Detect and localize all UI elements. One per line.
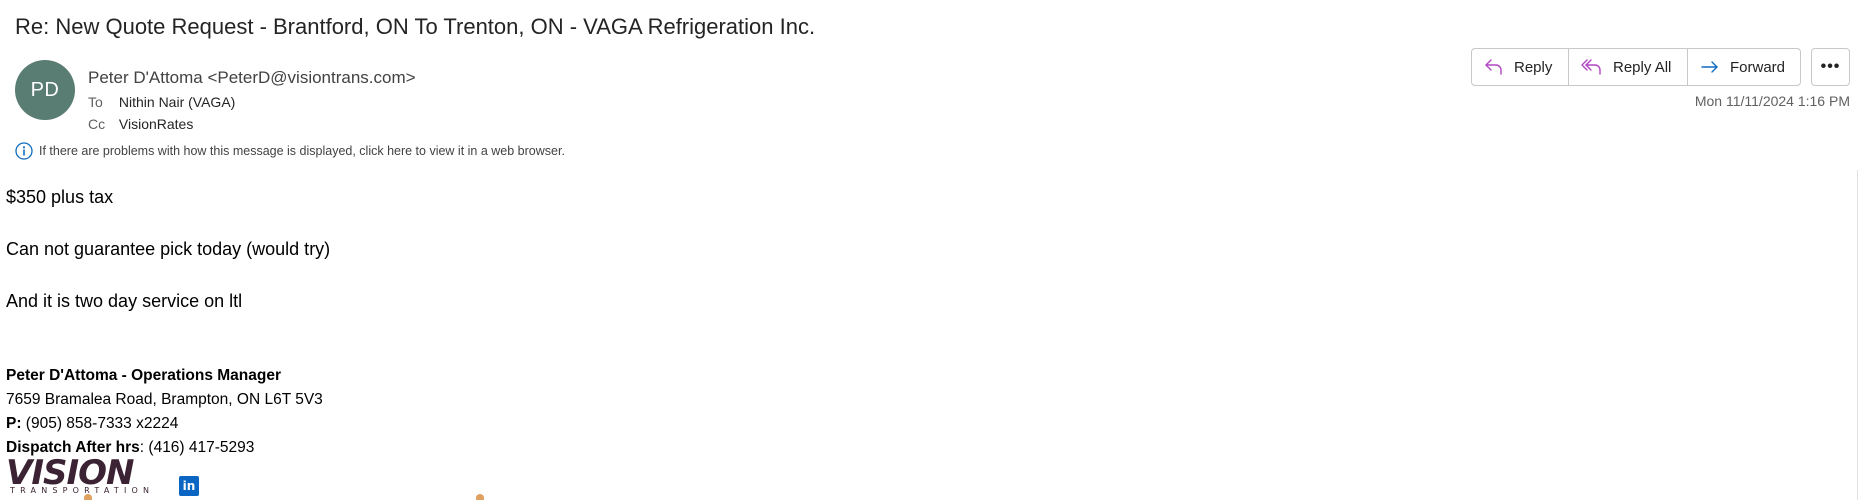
- signature-address: 7659 Bramalea Road, Brampton, ON L6T 5V3: [6, 391, 323, 408]
- forward-label: Forward: [1730, 58, 1786, 76]
- signature-phone-label: P:: [6, 415, 22, 432]
- info-icon: [15, 142, 33, 160]
- signature-name-title: Peter D'Attoma - Operations Manager: [6, 367, 281, 384]
- email-reading-pane: Re: New Quote Request - Brantford, ON To…: [0, 0, 1862, 500]
- cc-recipient[interactable]: VisionRates: [119, 116, 193, 132]
- logo-subtitle: TRANSPORTATION: [10, 486, 155, 495]
- logo-wordmark: VISION: [6, 453, 134, 493]
- to-row: To Nithin Nair (VAGA): [88, 94, 235, 110]
- reply-icon: [1485, 59, 1502, 75]
- more-actions-button[interactable]: •••: [1811, 48, 1850, 86]
- body-scroll-edge: [1857, 170, 1858, 500]
- reply-button[interactable]: Reply: [1472, 49, 1568, 85]
- cc-row: Cc VisionRates: [88, 116, 193, 132]
- to-recipient[interactable]: Nithin Nair (VAGA): [119, 94, 235, 110]
- reply-label: Reply: [1514, 58, 1553, 76]
- partial-image-fragment: [476, 494, 484, 500]
- body-line-service: And it is two day service on ltl: [6, 291, 243, 311]
- message-action-group: Reply Reply All Forward: [1471, 48, 1801, 86]
- signature-phone-value: (905) 858-7333 x2224: [21, 415, 179, 432]
- email-subject: Re: New Quote Request - Brantford, ON To…: [15, 14, 816, 39]
- vision-transportation-logo: VISION TRANSPORTATION: [6, 453, 176, 496]
- partial-image-fragment: [84, 494, 92, 500]
- body-line-pickup: Can not guarantee pick today (would try): [6, 239, 331, 259]
- info-notice-text[interactable]: If there are problems with how this mess…: [39, 144, 565, 158]
- forward-arrow-icon: [1701, 61, 1718, 73]
- body-line-price: $350 plus tax: [6, 187, 114, 207]
- signature-phone: P: (905) 858-7333 x2224: [6, 415, 178, 433]
- reply-all-icon: [1581, 59, 1601, 75]
- display-problem-notice[interactable]: If there are problems with how this mess…: [15, 142, 565, 160]
- reply-all-label: Reply All: [1613, 58, 1672, 76]
- sender-avatar[interactable]: PD: [15, 60, 75, 120]
- sent-date: Mon 11/11/2024 1:16 PM: [1694, 93, 1850, 109]
- to-label: To: [88, 94, 103, 110]
- sender-name[interactable]: Peter D'Attoma <PeterD@visiontrans.com>: [88, 68, 416, 88]
- signature-after-hours-value: : (416) 417-5293: [139, 439, 255, 456]
- linkedin-icon[interactable]: in: [179, 476, 199, 496]
- forward-button[interactable]: Forward: [1687, 49, 1800, 85]
- reply-all-button[interactable]: Reply All: [1568, 49, 1687, 85]
- cc-label: Cc: [88, 116, 106, 132]
